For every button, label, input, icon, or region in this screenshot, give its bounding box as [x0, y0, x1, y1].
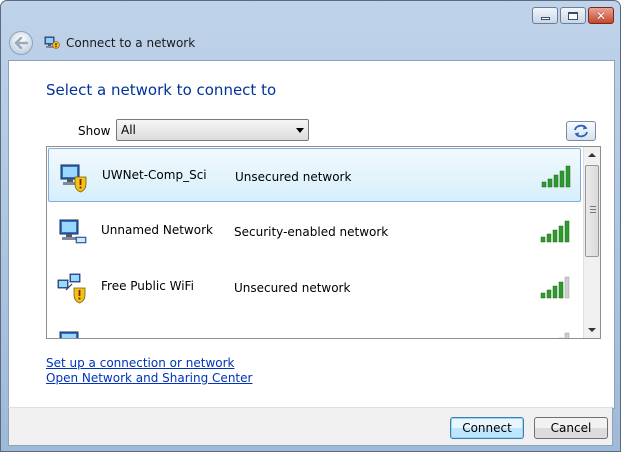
network-list-scrollbar[interactable] — [583, 147, 600, 338]
maximize-icon — [568, 11, 578, 20]
back-arrow-icon — [14, 37, 28, 49]
close-icon: ✕ — [595, 8, 607, 23]
scrollbar-thumb[interactable] — [585, 165, 599, 257]
network-row[interactable]: Free Public WiFi Unsecured network — [48, 260, 581, 314]
network-security: Unsecured network — [234, 281, 351, 295]
wireless-network-icon — [59, 331, 79, 338]
scroll-up-icon[interactable] — [588, 153, 596, 157]
cancel-button[interactable]: Cancel — [534, 417, 608, 439]
signal-strength-icon — [540, 220, 570, 243]
network-name: UWNet-Comp_Sci — [102, 168, 207, 182]
window-title: Connect to a network — [66, 36, 196, 50]
show-filter-select[interactable]: All — [116, 119, 309, 141]
network-row[interactable]: UWNet-Comp_Sci Unsecured network — [48, 148, 581, 202]
show-label: Show — [78, 124, 111, 138]
maximize-button[interactable] — [560, 7, 586, 24]
signal-strength-icon — [541, 165, 571, 188]
network-row[interactable]: Unnamed Network Security-enabled network — [48, 204, 581, 258]
page-title: Select a network to connect to — [46, 81, 277, 99]
signal-strength-icon — [540, 276, 570, 299]
back-button[interactable] — [9, 31, 33, 55]
network-wizard-icon — [44, 36, 60, 49]
minimize-icon — [540, 16, 550, 20]
caption-buttons: ✕ — [532, 7, 614, 24]
refresh-button[interactable] — [566, 121, 596, 141]
title-bar: Connect to a network — [9, 28, 195, 58]
network-security: Security-enabled network — [234, 225, 389, 239]
network-sharing-center-link[interactable]: Open Network and Sharing Center — [46, 371, 252, 385]
wireless-network-secured-icon — [59, 219, 87, 244]
grip-line — [590, 206, 596, 207]
minimize-button[interactable] — [532, 7, 558, 24]
connect-button[interactable]: Connect — [450, 417, 524, 439]
window: ✕ Connect to a network Select a network … — [0, 0, 621, 452]
dialog-content: Select a network to connect to Show All — [8, 60, 615, 409]
close-button[interactable]: ✕ — [588, 7, 614, 24]
network-name: Unnamed Network — [101, 223, 213, 237]
network-list: UWNet-Comp_Sci Unsecured network Unnamed… — [46, 146, 601, 339]
network-security: Unsecured network — [235, 170, 352, 184]
grip-line — [590, 212, 596, 213]
adhoc-network-unsecured-icon — [57, 273, 86, 304]
dialog-footer: Connect Cancel — [8, 407, 613, 446]
grip-line — [590, 209, 596, 210]
scroll-down-icon[interactable] — [588, 328, 596, 332]
setup-connection-link[interactable]: Set up a connection or network — [46, 356, 234, 370]
network-row[interactable] — [48, 316, 581, 338]
network-name: Free Public WiFi — [101, 279, 194, 293]
signal-strength-icon — [558, 332, 570, 338]
refresh-icon — [574, 124, 588, 138]
wireless-network-unsecured-icon — [60, 164, 87, 193]
show-filter-value: All — [121, 123, 136, 137]
chevron-down-icon — [296, 128, 304, 133]
